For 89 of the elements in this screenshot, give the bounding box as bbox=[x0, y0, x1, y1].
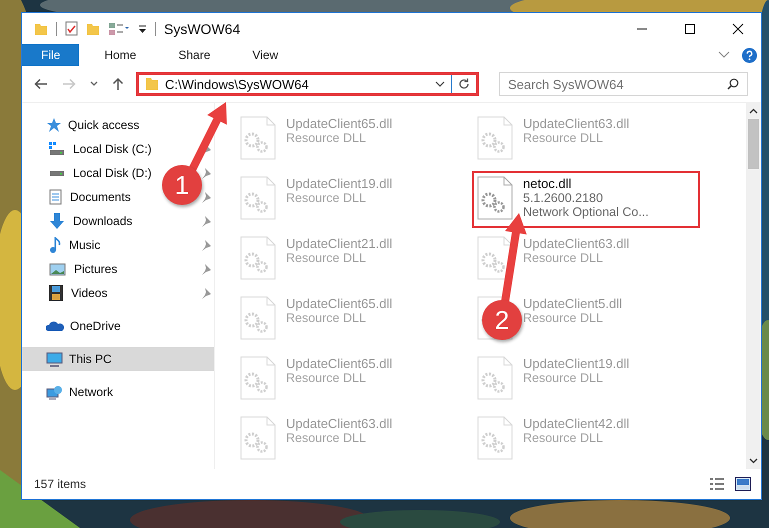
download-arrow-icon bbox=[49, 213, 65, 229]
music-note-icon bbox=[49, 237, 61, 253]
gear-file-icon bbox=[240, 296, 276, 340]
back-icon[interactable] bbox=[34, 78, 48, 90]
gear-file-icon bbox=[477, 416, 513, 460]
cloud-icon bbox=[46, 320, 64, 332]
star-icon bbox=[46, 117, 62, 133]
nav-label: Pictures bbox=[74, 262, 118, 276]
drive-icon bbox=[49, 170, 65, 176]
ribbon-tab[interactable]: View bbox=[237, 44, 294, 66]
nav-item[interactable]: Downloads bbox=[22, 209, 136, 233]
folder-icon bbox=[145, 77, 159, 91]
file-detail: Resource DLL bbox=[286, 431, 367, 445]
annotation-arrow bbox=[188, 102, 227, 172]
address-path: C:\Windows\SysWOW64 bbox=[165, 76, 310, 92]
nav-label: Quick access bbox=[68, 118, 140, 132]
nav-label: Network bbox=[69, 385, 114, 399]
file-detail: Resource DLL bbox=[286, 131, 367, 145]
nav-label: Downloads bbox=[73, 214, 132, 228]
file-detail: Resource DLL bbox=[523, 311, 604, 325]
expand-ribbon-icon[interactable] bbox=[718, 51, 730, 59]
gear-file-icon bbox=[477, 236, 513, 280]
scrollbar-thumb[interactable] bbox=[748, 119, 759, 169]
file-detail: Resource DLL bbox=[286, 371, 367, 385]
nav-label: Music bbox=[69, 238, 100, 252]
file-detail: 5.1.2600.2180 bbox=[523, 191, 604, 205]
network-icon bbox=[46, 384, 63, 400]
scroll-down-icon[interactable] bbox=[749, 458, 758, 464]
file-detail: Resource DLL bbox=[523, 371, 604, 385]
recent-locations-icon[interactable] bbox=[90, 81, 98, 87]
tiles-view-icon[interactable] bbox=[735, 477, 751, 491]
nav-item[interactable]: This PC bbox=[22, 347, 214, 371]
scrollbar[interactable] bbox=[746, 103, 761, 469]
refresh-icon[interactable] bbox=[458, 78, 470, 90]
nav-item[interactable]: Network bbox=[22, 380, 118, 404]
dropdown-icon[interactable] bbox=[435, 81, 445, 87]
nav-label: Documents bbox=[70, 190, 131, 204]
film-icon bbox=[49, 285, 63, 301]
gear-file-icon bbox=[477, 176, 513, 220]
nav-label: OneDrive bbox=[70, 319, 121, 333]
nav-label: Local Disk (D:) bbox=[73, 166, 152, 180]
nav-item[interactable]: Quick access bbox=[22, 113, 144, 137]
document-icon bbox=[49, 189, 62, 205]
gear-file-icon bbox=[240, 176, 276, 220]
picture-icon bbox=[49, 262, 66, 276]
customize-caret-icon[interactable] bbox=[138, 24, 147, 34]
address-bar[interactable]: C:\Windows\SysWOW64 bbox=[136, 72, 479, 96]
file-detail: Resource DLL bbox=[523, 431, 604, 445]
scroll-up-icon[interactable] bbox=[749, 108, 758, 114]
nav-item[interactable]: Local Disk (D:) bbox=[22, 161, 156, 185]
gear-file-icon bbox=[477, 116, 513, 160]
computer-icon bbox=[46, 352, 63, 366]
nav-label: This PC bbox=[69, 352, 112, 366]
item-count: 157 items bbox=[34, 477, 86, 491]
help-icon[interactable] bbox=[742, 48, 757, 62]
nav-item[interactable]: Videos bbox=[22, 281, 112, 305]
window-title: SysWOW64 bbox=[164, 20, 240, 36]
close-icon[interactable] bbox=[732, 22, 744, 34]
up-icon[interactable] bbox=[112, 77, 124, 91]
view-icon[interactable] bbox=[108, 22, 130, 36]
search-icon bbox=[727, 78, 739, 90]
gear-file-icon bbox=[240, 116, 276, 160]
file-detail: Network Optional Co... bbox=[523, 205, 649, 219]
nav-item[interactable]: Local Disk (C:) bbox=[22, 137, 156, 161]
gear-file-icon bbox=[240, 416, 276, 460]
gear-file-icon bbox=[240, 356, 276, 400]
file-detail: Resource DLL bbox=[286, 311, 367, 325]
details-view-icon[interactable] bbox=[709, 477, 725, 491]
file-detail: Resource DLL bbox=[523, 131, 604, 145]
maximize-icon[interactable] bbox=[684, 22, 696, 34]
nav-item[interactable]: OneDrive bbox=[22, 314, 125, 338]
gear-file-icon bbox=[477, 356, 513, 400]
ribbon-tab[interactable]: File bbox=[22, 44, 80, 66]
file-detail: Resource DLL bbox=[286, 191, 367, 205]
ribbon-tab[interactable]: Share bbox=[163, 44, 226, 66]
gear-file-icon bbox=[240, 236, 276, 280]
nav-item[interactable]: Pictures bbox=[22, 257, 122, 281]
nav-label: Local Disk (C:) bbox=[73, 142, 152, 156]
file-name[interactable]: netoc.dll bbox=[523, 176, 649, 191]
file-detail: Resource DLL bbox=[286, 251, 367, 265]
drive-icon bbox=[49, 142, 65, 156]
file-detail: Resource DLL bbox=[523, 251, 604, 265]
file-item[interactable]: netoc.dll 5.1.2600.2180 Network Optional Co... bbox=[472, 171, 700, 228]
search-field[interactable]: Search SysWOW64 bbox=[499, 72, 748, 96]
nav-item[interactable]: Documents bbox=[22, 185, 135, 209]
ribbon-tab[interactable]: Home bbox=[89, 44, 152, 66]
nav-item[interactable]: Music bbox=[22, 233, 104, 257]
properties-icon[interactable] bbox=[65, 21, 78, 36]
nav-label: Videos bbox=[71, 286, 108, 300]
